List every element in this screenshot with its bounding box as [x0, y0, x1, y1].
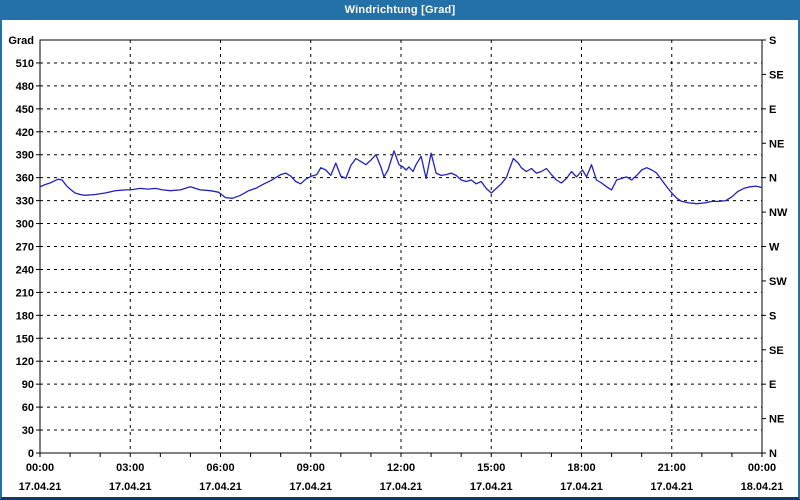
x-time-label: 03:00 [116, 462, 144, 474]
y-left-tick-label: 360 [16, 173, 34, 185]
compass-tick-label: E [769, 104, 776, 116]
x-date-label: 17.04.21 [19, 481, 62, 493]
compass-tick-label: N [769, 173, 777, 185]
x-time-label: 00:00 [26, 462, 54, 474]
x-time-label: 15:00 [477, 462, 505, 474]
y-left-tick-label: 480 [16, 81, 34, 93]
x-time-label: 18:00 [567, 462, 595, 474]
x-time-label: 21:00 [658, 462, 686, 474]
compass-tick-label: S [769, 310, 776, 322]
x-date-label: 17.04.21 [470, 481, 513, 493]
y-left-tick-label: 150 [16, 333, 34, 345]
x-date-label: 17.04.21 [380, 481, 423, 493]
y-left-tick-label: 510 [16, 58, 34, 70]
x-date-label: 17.04.21 [109, 481, 152, 493]
x-time-label: 06:00 [206, 462, 234, 474]
compass-tick-label: SW [769, 276, 787, 288]
y-left-tick-label: 60 [22, 402, 34, 414]
x-time-label: 09:00 [297, 462, 325, 474]
y-left-tick-label: 240 [16, 264, 34, 276]
compass-tick-label: S [769, 35, 776, 47]
x-date-label: 17.04.21 [199, 481, 242, 493]
compass-tick-label: SE [769, 345, 784, 357]
y-left-tick-label: 0 [28, 448, 34, 460]
compass-tick-label: E [769, 379, 776, 391]
x-time-label: 00:00 [748, 462, 776, 474]
y-left-tick-label: 390 [16, 150, 34, 162]
wind-direction-chart: 0 30 60 90 120 150 180 210 240 270 300 330 360 390 420… [8, 35, 788, 493]
compass-tick-label: SE [769, 69, 784, 81]
chart-area: 0 30 60 90 120 150 180 210 240 270 300 330 360 390 420… [2, 20, 798, 497]
compass-tick-label: NE [769, 138, 784, 150]
x-date-label: 17.04.21 [650, 481, 693, 493]
y-left-tick-label: 270 [16, 242, 34, 254]
y-left-tick-label: 420 [16, 127, 34, 139]
y-left-tick-label: 180 [16, 310, 34, 322]
y-left-tick-label: 300 [16, 219, 34, 231]
chart-title: Windrichtung [Grad] [344, 4, 456, 16]
x-date-label: 17.04.21 [289, 481, 332, 493]
y-left-tick-label: 120 [16, 356, 34, 368]
compass-tick-label: W [769, 242, 780, 254]
y-left-tick-label: 210 [16, 287, 34, 299]
y-left-tick-label: 90 [22, 379, 34, 391]
wind-direction-window: Windrichtung [Grad] 0 30 60 90 120 150 180 210 2… [0, 0, 800, 500]
compass-tick-label: NW [769, 207, 788, 219]
y-left-tick-label: 330 [16, 196, 34, 208]
x-date-label: 18.04.21 [741, 481, 784, 493]
x-date-label: 17.04.21 [560, 481, 603, 493]
title-bar: Windrichtung [Grad] [2, 0, 798, 20]
x-time-label: 12:00 [387, 462, 415, 474]
compass-tick-label: N [769, 448, 777, 460]
grad-axis-label: Grad [8, 35, 34, 47]
y-left-tick-label: 450 [16, 104, 34, 116]
y-left-tick-label: 30 [22, 425, 34, 437]
compass-tick-label: NE [769, 414, 784, 426]
